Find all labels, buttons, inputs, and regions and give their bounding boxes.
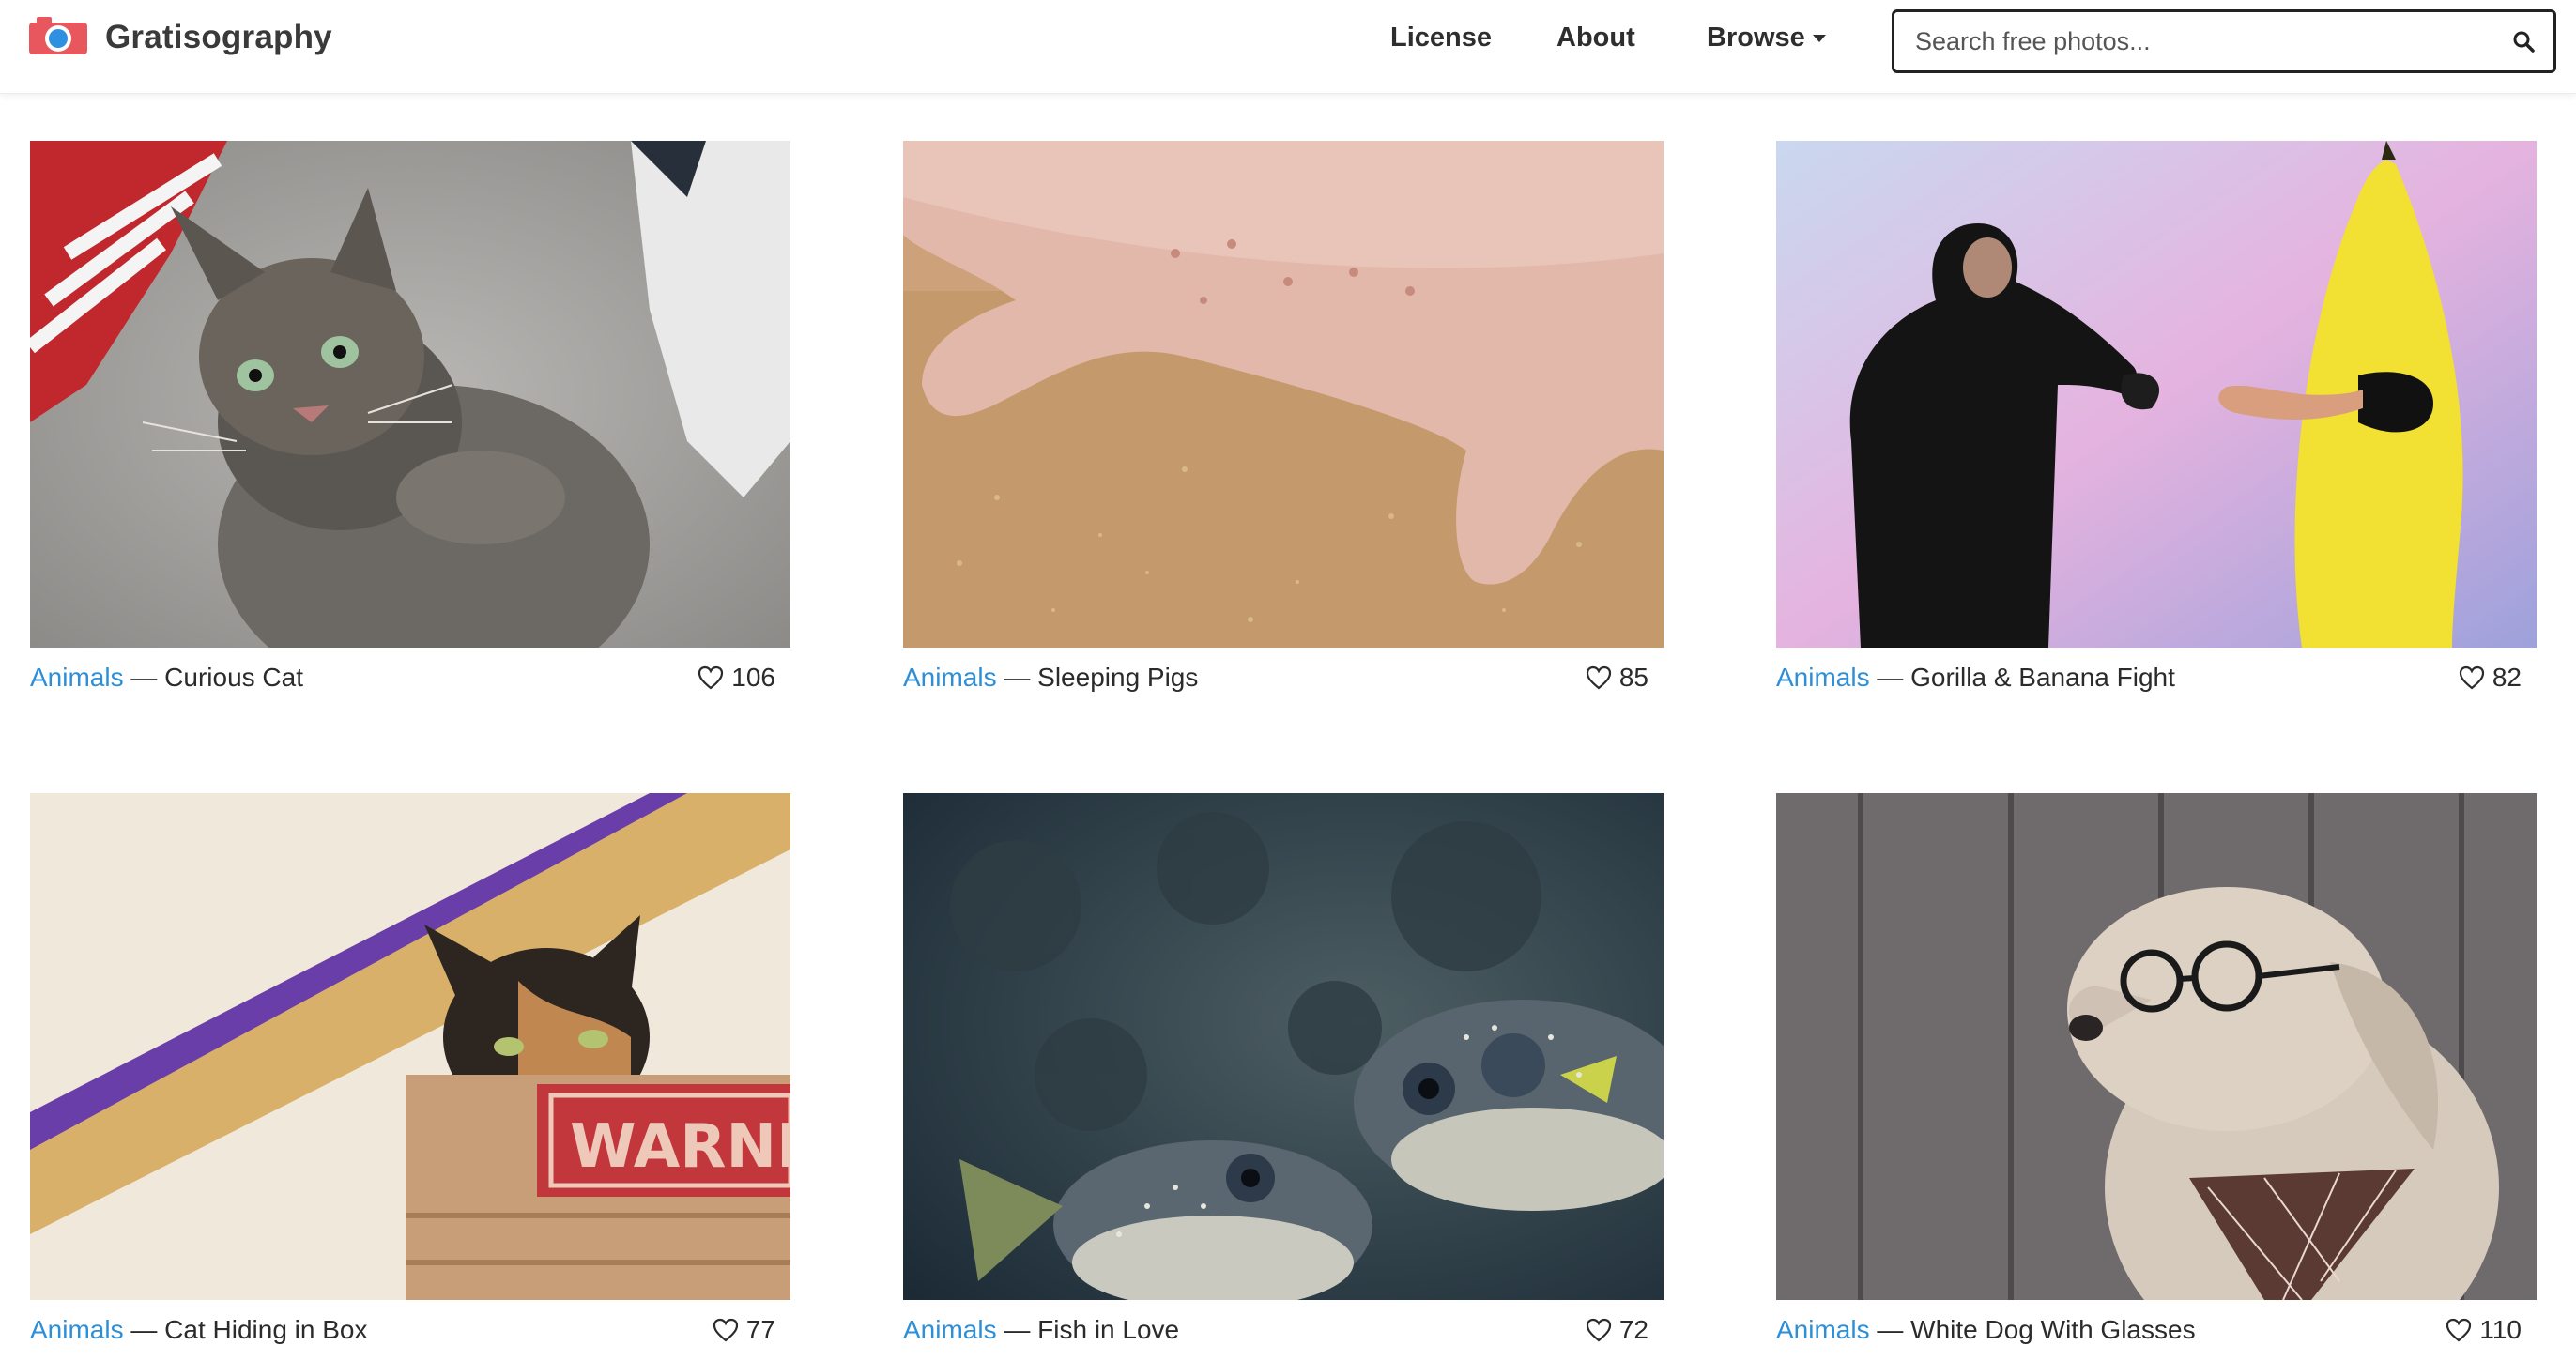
like-count: 85 [1618, 663, 1648, 692]
heart-icon[interactable] [713, 1318, 739, 1342]
photo-caption: Animals — Sleeping Pigs 85 [903, 663, 1664, 700]
brand-name[interactable]: Gratisography [105, 19, 332, 56]
caption-separator: — [1877, 1315, 1904, 1344]
caption-separator: — [1877, 663, 1904, 692]
caption-separator: — [130, 1315, 158, 1344]
like-counter: 110 [2446, 1315, 2522, 1345]
caption-separator: — [1004, 663, 1031, 692]
like-counter: 77 [713, 1315, 775, 1345]
photo-cat-hiding-in-box[interactable]: WARNING [30, 793, 790, 1300]
photo-caption: Animals — White Dog With Glasses 110 [1776, 1315, 2537, 1353]
top-navigation-bar: Gratisography License About Browse [0, 0, 2576, 94]
category-link[interactable]: Animals [1776, 663, 1870, 692]
heart-icon[interactable] [2459, 665, 2485, 690]
search-button[interactable] [2510, 28, 2538, 56]
nav-browse-dropdown[interactable]: Browse [1707, 23, 1826, 54]
category-link[interactable]: Animals [30, 663, 124, 692]
nav-about-link[interactable]: About [1556, 23, 1635, 54]
like-count: 110 [2479, 1315, 2522, 1344]
camera-logo-icon[interactable] [29, 15, 87, 56]
photo-sleeping-pigs[interactable] [903, 141, 1664, 648]
photo-caption: Animals — Curious Cat 106 [30, 663, 790, 700]
heart-icon[interactable] [698, 665, 724, 690]
photo-title[interactable]: White Dog With Glasses [1910, 1315, 2195, 1344]
like-count: 77 [745, 1315, 775, 1344]
photo-caption: Animals — Fish in Love 72 [903, 1315, 1664, 1353]
category-link[interactable]: Animals [30, 1315, 124, 1344]
photo-caption: Animals — Cat Hiding in Box 77 [30, 1315, 790, 1353]
like-count: 72 [1618, 1315, 1648, 1344]
photo-title[interactable]: Gorilla & Banana Fight [1910, 663, 2175, 692]
like-counter: 82 [2459, 663, 2522, 693]
warning-sign-text: WARNING [570, 1112, 790, 1182]
photo-title[interactable]: Fish in Love [1037, 1315, 1179, 1344]
photo-fish-in-love[interactable] [903, 793, 1664, 1300]
search-box [1892, 9, 2556, 73]
heart-icon[interactable] [2446, 1318, 2472, 1342]
like-count: 106 [731, 663, 775, 692]
caption-separator: — [130, 663, 158, 692]
chevron-down-icon [1812, 35, 1826, 43]
heart-icon[interactable] [1586, 665, 1612, 690]
photo-title[interactable]: Cat Hiding in Box [164, 1315, 367, 1344]
photo-caption: Animals — Gorilla & Banana Fight 82 [1776, 663, 2537, 700]
photo-curious-cat[interactable] [30, 141, 790, 648]
category-link[interactable]: Animals [903, 1315, 997, 1344]
like-counter: 72 [1586, 1315, 1648, 1345]
photo-white-dog-with-glasses[interactable] [1776, 793, 2537, 1300]
photo-title[interactable]: Sleeping Pigs [1037, 663, 1198, 692]
heart-icon[interactable] [1586, 1318, 1612, 1342]
search-input[interactable] [1913, 22, 2476, 61]
like-count: 82 [2492, 663, 2522, 692]
like-counter: 106 [698, 663, 775, 693]
photo-title[interactable]: Curious Cat [164, 663, 303, 692]
category-link[interactable]: Animals [903, 663, 997, 692]
search-icon [2513, 31, 2535, 53]
photo-gorilla-banana-fight[interactable] [1776, 141, 2537, 648]
caption-separator: — [1004, 1315, 1031, 1344]
nav-license-link[interactable]: License [1390, 23, 1492, 54]
like-counter: 85 [1586, 663, 1648, 693]
nav-browse-label: Browse [1707, 23, 1805, 53]
category-link[interactable]: Animals [1776, 1315, 1870, 1344]
